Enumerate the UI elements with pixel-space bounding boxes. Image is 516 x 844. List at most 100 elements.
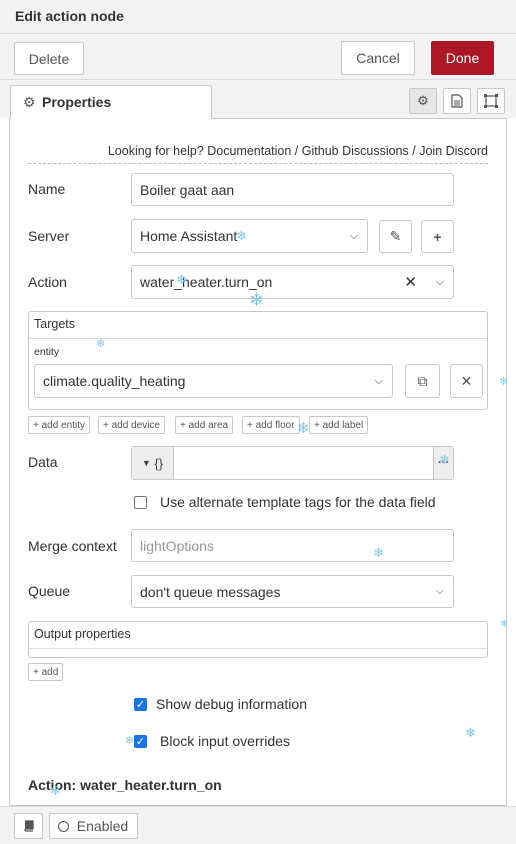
divider xyxy=(28,163,488,164)
github-discussions-link[interactable]: Github Discussions xyxy=(302,144,409,158)
clear-icon[interactable]: ✕ xyxy=(404,273,417,291)
help-links: Looking for help? Documentation / Github… xyxy=(108,144,488,158)
chevron-down-icon: ⌵ xyxy=(374,374,383,387)
alt-template-checkbox[interactable] xyxy=(134,496,147,509)
dialog-header: Edit action node xyxy=(0,0,516,34)
add-floor-label: add floor xyxy=(255,419,295,431)
targets-header: Targets xyxy=(29,312,487,339)
add-device-button[interactable]: + add device xyxy=(98,416,165,434)
plus-icon: + xyxy=(433,228,442,245)
action-value: water_heater.turn_on xyxy=(140,274,273,290)
frame-icon xyxy=(484,94,498,108)
add-output-property-button[interactable]: + add xyxy=(28,663,64,681)
delete-button[interactable]: Delete xyxy=(14,42,84,75)
snowflake-icon: ❄ xyxy=(176,272,187,287)
plus-icon: + xyxy=(33,419,39,431)
add-output-label: add xyxy=(41,666,59,678)
add-device-label: add device xyxy=(111,419,160,431)
help-book-button[interactable] xyxy=(14,813,43,839)
queue-value: don't queue messages xyxy=(140,583,281,600)
pencil-icon: ✎ xyxy=(389,228,402,244)
snowflake-icon: ❄ xyxy=(96,338,106,350)
chevron-down-icon: ⌵ xyxy=(349,229,358,242)
cancel-button[interactable]: Cancel xyxy=(341,41,415,75)
book-icon xyxy=(23,820,34,832)
circle-icon xyxy=(58,820,69,832)
block-input-label: Block input overrides xyxy=(160,733,290,749)
entity-label: entity xyxy=(34,346,60,358)
add-entity-label: add entity xyxy=(41,419,85,431)
documentation-link[interactable]: Documentation xyxy=(207,144,291,158)
merge-context-input[interactable]: lightOptions xyxy=(131,529,454,562)
entity-select[interactable]: climate.quality_heating ⌵ xyxy=(34,364,393,398)
snowflake-icon: ❄ xyxy=(249,290,265,310)
help-separator: / xyxy=(294,144,299,158)
settings-tab-button[interactable]: ⚙ xyxy=(409,88,437,114)
copy-entity-button[interactable]: ⧉ xyxy=(405,364,440,398)
output-properties-box: Output properties xyxy=(28,621,488,658)
queue-label: Queue xyxy=(28,583,71,599)
targets-box: Targets entity climate.quality_heating ⌵… xyxy=(28,311,488,410)
join-discord-link[interactable]: Join Discord xyxy=(419,144,488,158)
merge-context-label: Merge context xyxy=(28,538,117,554)
tab-properties-label: Properties xyxy=(42,94,112,110)
queue-select[interactable]: don't queue messages ⌵ xyxy=(131,575,454,608)
server-select[interactable]: Home Assistant ⌵ xyxy=(131,219,368,253)
edit-server-button[interactable]: ✎ xyxy=(379,220,412,253)
name-value: Boiler gaat aan xyxy=(140,181,235,198)
data-type-symbol: {} xyxy=(154,455,164,471)
snowflake-icon: ❄ xyxy=(125,735,135,747)
add-area-button[interactable]: + add area xyxy=(175,416,234,434)
enabled-label: Enabled xyxy=(76,818,129,834)
copy-icon: ⧉ xyxy=(417,372,428,389)
alt-template-label: Use alternate template tags for the data… xyxy=(160,494,436,510)
server-label: Server xyxy=(28,228,70,244)
add-area-label: add area xyxy=(188,419,229,431)
output-properties-title: Output properties xyxy=(34,627,131,641)
debug-checkbox[interactable]: ✓ xyxy=(134,698,147,711)
done-button[interactable]: Done xyxy=(431,41,494,75)
snowflake-icon: ❄ xyxy=(297,420,310,437)
entity-value: climate.quality_heating xyxy=(43,373,186,389)
plus-icon: + xyxy=(314,419,320,431)
snowflake-icon: ❄ xyxy=(500,619,509,630)
data-type-select[interactable]: ▼ {} xyxy=(132,447,174,479)
help-separator: / xyxy=(412,144,416,158)
name-input[interactable]: Boiler gaat aan xyxy=(131,173,454,206)
add-label-button[interactable]: + add label xyxy=(309,416,369,434)
plus-icon: + xyxy=(180,419,186,431)
add-floor-button[interactable]: + add floor xyxy=(242,416,300,434)
snowflake-icon: ❄ xyxy=(50,783,61,798)
chevron-down-icon: ⌵ xyxy=(435,585,444,597)
remove-entity-button[interactable]: ✕ xyxy=(450,364,483,398)
caret-down-icon: ▼ xyxy=(141,458,151,468)
snowflake-icon: ❄ xyxy=(499,376,509,388)
check-icon: ✓ xyxy=(135,699,146,711)
chevron-down-icon: ⌵ xyxy=(435,275,444,288)
snowflake-icon: ❄ xyxy=(465,725,476,740)
plus-icon: + xyxy=(33,666,39,678)
add-label-label: add label xyxy=(322,419,364,431)
merge-context-placeholder: lightOptions xyxy=(140,537,214,554)
tab-properties[interactable]: ⚙ Properties xyxy=(10,85,212,119)
name-label: Name xyxy=(28,181,66,197)
help-prefix: Looking for help? xyxy=(107,144,204,158)
debug-label: Show debug information xyxy=(156,696,307,712)
document-icon xyxy=(451,94,463,108)
add-server-button[interactable]: + xyxy=(421,220,454,253)
snowflake-icon: ❄ xyxy=(373,545,384,560)
plus-icon: + xyxy=(103,419,109,431)
server-value: Home Assistant xyxy=(140,228,238,244)
snowflake-icon: ❄ xyxy=(236,228,247,243)
description-tab-button[interactable] xyxy=(443,88,471,114)
add-entity-button[interactable]: + add entity xyxy=(28,416,90,434)
gear-icon: ⚙ xyxy=(417,93,429,108)
enabled-toggle[interactable]: Enabled xyxy=(49,813,138,839)
action-label: Action xyxy=(28,274,67,290)
close-icon: ✕ xyxy=(460,372,473,389)
check-icon: ✓ xyxy=(135,736,146,748)
appearance-tab-button[interactable] xyxy=(477,88,505,114)
plus-icon: + xyxy=(247,419,253,431)
data-typed-input[interactable]: ▼ {} ··· xyxy=(131,446,454,480)
block-input-checkbox[interactable]: ✓ xyxy=(134,735,147,748)
